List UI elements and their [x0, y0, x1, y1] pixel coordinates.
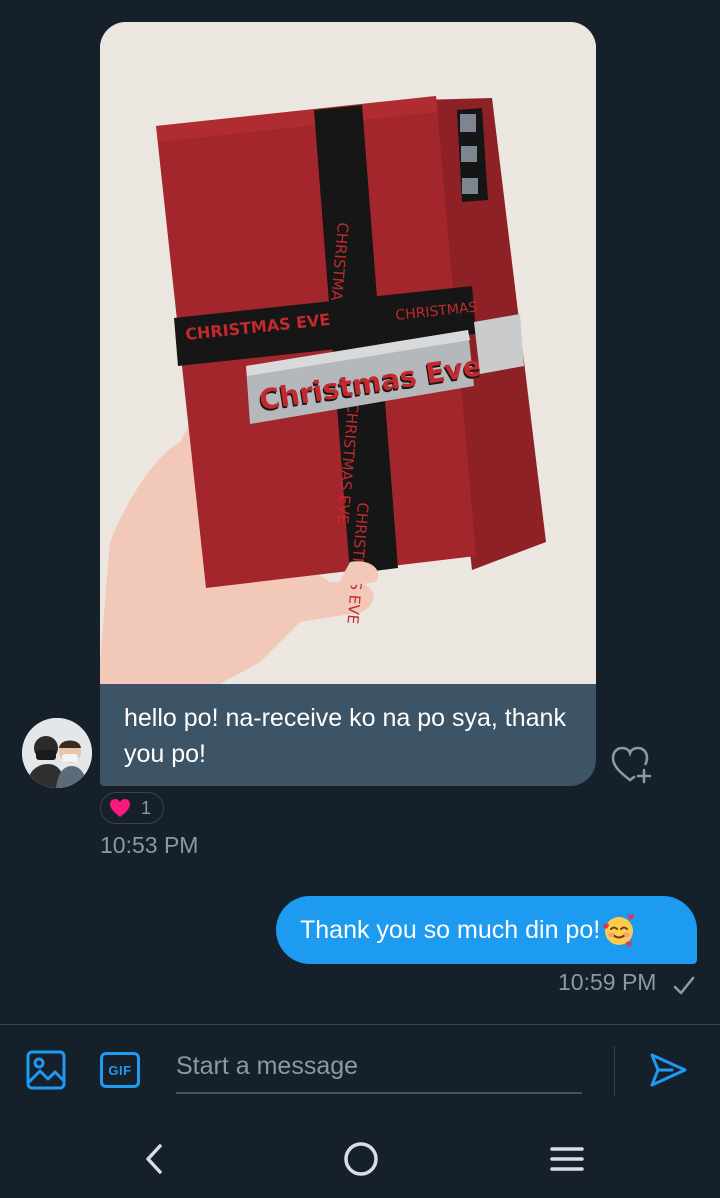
nav-recents-button[interactable] — [548, 1144, 586, 1174]
menu-lines-icon — [550, 1147, 584, 1171]
sent-message-text: Thank you so much din po! — [300, 915, 601, 944]
reaction-count: 1 — [141, 797, 152, 818]
check-icon — [673, 976, 695, 995]
received-timestamp: 10:53 PM — [100, 832, 199, 858]
heart-plus-icon — [611, 746, 652, 784]
reaction-badge[interactable]: 1 — [100, 792, 164, 824]
sent-timestamp: 10:59 PM — [558, 969, 657, 995]
add-reaction-button[interactable] — [610, 744, 656, 786]
compose-divider — [0, 1024, 720, 1025]
received-message-text: hello po! na-receive ko na po sya, thank… — [124, 704, 566, 768]
album-photo-image: CHRISTMAS EVE CHRISTMAS EVE CHRISTMAS EV… — [100, 22, 596, 684]
received-message-bubble[interactable]: hello po! na-receive ko na po sya, thank… — [100, 684, 596, 786]
add-image-button[interactable] — [24, 1048, 70, 1094]
sender-avatar[interactable] — [22, 718, 92, 788]
gif-button[interactable]: GIF — [100, 1052, 140, 1088]
sent-message-bubble[interactable]: Thank you so much din po! — [276, 896, 697, 964]
compose-separator — [614, 1046, 615, 1096]
message-input[interactable] — [176, 1040, 582, 1094]
nav-home-button[interactable] — [342, 1140, 380, 1178]
nav-back-button[interactable] — [140, 1142, 170, 1176]
home-circle-icon — [344, 1142, 378, 1176]
gif-label: GIF — [108, 1062, 132, 1078]
avatar-image — [22, 718, 92, 788]
heart-icon — [110, 799, 130, 817]
back-chevron-icon — [146, 1144, 162, 1174]
send-button[interactable] — [648, 1050, 688, 1090]
received-photo[interactable]: CHRISTMAS EVE CHRISTMAS EVE CHRISTMAS EV… — [100, 22, 596, 684]
smiling-face-with-hearts-emoji — [603, 914, 635, 947]
send-icon — [650, 1053, 687, 1087]
image-icon — [26, 1050, 66, 1090]
